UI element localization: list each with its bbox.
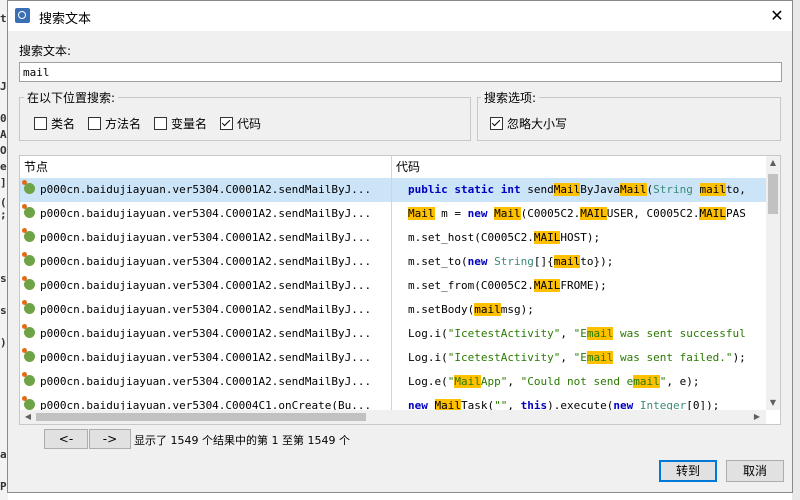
table-row-node[interactable]: p000cn.baidujiayuan.ver5304.C0001A2.send…	[20, 346, 391, 370]
search-location-title: 在以下位置搜索:	[24, 89, 119, 106]
code-text: Log.i("IcetestActivity", "Email was sent…	[408, 351, 746, 364]
method-icon	[22, 300, 35, 314]
background-editor-edge	[792, 0, 800, 500]
code-text: Mail m = new Mail(C0005C2.MAILUSER, C000…	[408, 207, 746, 220]
checkbox-box-checked	[490, 117, 503, 130]
node-text: p000cn.baidujiayuan.ver5304.C0001A2.send…	[40, 327, 372, 340]
method-icon	[22, 252, 35, 266]
table-row-node[interactable]: p000cn.baidujiayuan.ver5304.C0001A2.send…	[20, 178, 391, 202]
column-header-code[interactable]: 代码	[392, 156, 766, 178]
background-code-char: e	[0, 160, 7, 173]
background-code-char: O	[0, 144, 7, 157]
code-text: m.set_to(new String[]{mailto});	[408, 255, 614, 268]
checkbox-code[interactable]: 代码	[220, 115, 261, 132]
background-code-char: s	[0, 304, 7, 317]
scroll-right-icon[interactable]: ▶	[750, 412, 764, 421]
method-icon	[22, 396, 35, 410]
results-table: 节点 代码 p000cn.baidujiayuan.ver5304.C0001A…	[19, 155, 781, 425]
app-icon	[15, 8, 30, 23]
table-row-code[interactable]: m.set_from(C0005C2.MAILFROME);	[392, 274, 766, 298]
code-text: Log.i("IcetestActivity", "Email was sent…	[408, 327, 746, 340]
background-code-char: A	[0, 128, 7, 141]
next-page-button[interactable]: ->	[89, 429, 131, 449]
method-icon	[22, 276, 35, 290]
background-code-char: ;	[0, 208, 7, 221]
node-text: p000cn.baidujiayuan.ver5304.C0001A2.send…	[40, 255, 372, 268]
cancel-button[interactable]: 取消	[726, 460, 784, 482]
code-text: Log.e("MailApp", "Could not send email",…	[408, 375, 700, 388]
node-text: p000cn.baidujiayuan.ver5304.C0001A2.send…	[40, 207, 372, 220]
checkbox-class-name[interactable]: 类名	[34, 115, 75, 132]
scroll-left-icon[interactable]: ◀	[21, 412, 35, 421]
background-code-char: 0	[0, 112, 7, 125]
node-text: p000cn.baidujiayuan.ver5304.C0001A2.send…	[40, 279, 372, 292]
table-row-node[interactable]: p000cn.baidujiayuan.ver5304.C0001A2.send…	[20, 274, 391, 298]
background-code-char: )	[0, 336, 7, 349]
checkbox-label: 代码	[237, 117, 262, 131]
checkbox-box	[34, 117, 47, 130]
checkbox-label: 方法名	[105, 117, 142, 131]
close-button[interactable]: ✕	[766, 5, 788, 27]
scroll-up-icon[interactable]: ▲	[766, 158, 780, 167]
code-text: m.set_host(C0005C2.MAILHOST);	[408, 231, 601, 244]
checkbox-ignore-case[interactable]: 忽略大小写	[490, 115, 567, 132]
table-row-code[interactable]: m.set_to(new String[]{mailto});	[392, 250, 766, 274]
code-text: m.setBody(mailmsg);	[408, 303, 534, 316]
background-code-char: J	[0, 80, 7, 93]
background-code-char: t	[0, 12, 7, 25]
scroll-down-icon[interactable]: ▼	[766, 398, 780, 407]
prev-page-button[interactable]: <-	[44, 429, 88, 449]
table-row-code[interactable]: m.setBody(mailmsg);	[392, 298, 766, 322]
table-row-node[interactable]: p000cn.baidujiayuan.ver5304.C0001A2.send…	[20, 322, 391, 346]
method-icon	[22, 228, 35, 242]
method-icon	[22, 180, 35, 194]
background-code-char: P	[0, 480, 7, 493]
node-text: p000cn.baidujiayuan.ver5304.C0001A2.send…	[40, 375, 372, 388]
table-row-node[interactable]: p000cn.baidujiayuan.ver5304.C0001A2.send…	[20, 370, 391, 394]
method-icon	[22, 204, 35, 218]
table-row-code[interactable]: Log.e("MailApp", "Could not send email",…	[392, 370, 766, 394]
table-row-code[interactable]: Log.i("IcetestActivity", "Email was sent…	[392, 346, 766, 370]
method-icon	[22, 372, 35, 386]
code-text: m.set_from(C0005C2.MAILFROME);	[408, 279, 607, 292]
method-icon	[22, 348, 35, 362]
horizontal-scroll-thumb[interactable]	[36, 413, 366, 421]
checkbox-method-name[interactable]: 方法名	[88, 115, 141, 132]
node-text: p000cn.baidujiayuan.ver5304.C0001A2.send…	[40, 303, 372, 316]
checkbox-box	[154, 117, 167, 130]
checkbox-label: 类名	[51, 117, 76, 131]
table-row-code[interactable]: Log.i("IcetestActivity", "Email was sent…	[392, 322, 766, 346]
vertical-scroll-thumb[interactable]	[768, 174, 778, 214]
node-text: p000cn.baidujiayuan.ver5304.C0001A2.send…	[40, 231, 372, 244]
code-text: public static int sendMailByJavaMail(Str…	[408, 183, 746, 196]
search-text-dialog: 搜索文本 ✕ 搜索文本: mail 在以下位置搜索: 类名 方法名 变量名 代码…	[7, 0, 793, 493]
column-header-node[interactable]: 节点	[20, 156, 391, 178]
node-text: p000cn.baidujiayuan.ver5304.C0001A2.send…	[40, 351, 372, 364]
table-row-code[interactable]: m.set_host(C0005C2.MAILHOST);	[392, 226, 766, 250]
node-text: p000cn.baidujiayuan.ver5304.C0001A2.send…	[40, 183, 372, 196]
checkbox-variable-name[interactable]: 变量名	[154, 115, 207, 132]
background-code-char: s	[0, 272, 7, 285]
method-icon	[22, 324, 35, 338]
background-code-char: a	[0, 448, 7, 461]
checkbox-box	[88, 117, 101, 130]
result-count-status: 显示了 1549 个结果中的第 1 至第 1549 个	[134, 434, 350, 447]
dialog-title: 搜索文本	[39, 12, 92, 27]
checkbox-label: 忽略大小写	[507, 117, 568, 131]
checkbox-label: 变量名	[171, 117, 208, 131]
table-row-code[interactable]: Mail m = new Mail(C0005C2.MAILUSER, C000…	[392, 202, 766, 226]
title-bar: 搜索文本 ✕	[8, 1, 792, 31]
search-text-label: 搜索文本:	[19, 44, 72, 58]
table-row-node[interactable]: p000cn.baidujiayuan.ver5304.C0001A2.send…	[20, 250, 391, 274]
search-options-title: 搜索选项:	[481, 89, 540, 106]
table-row-node[interactable]: p000cn.baidujiayuan.ver5304.C0001A2.send…	[20, 202, 391, 226]
search-input[interactable]: mail	[19, 62, 782, 82]
background-code-char: ]	[0, 176, 7, 189]
table-row-node[interactable]: p000cn.baidujiayuan.ver5304.C0001A2.send…	[20, 298, 391, 322]
table-row-code[interactable]: public static int sendMailByJavaMail(Str…	[392, 178, 766, 202]
goto-button[interactable]: 转到	[659, 460, 717, 482]
checkbox-box-checked	[220, 117, 233, 130]
table-row-node[interactable]: p000cn.baidujiayuan.ver5304.C0001A2.send…	[20, 226, 391, 250]
